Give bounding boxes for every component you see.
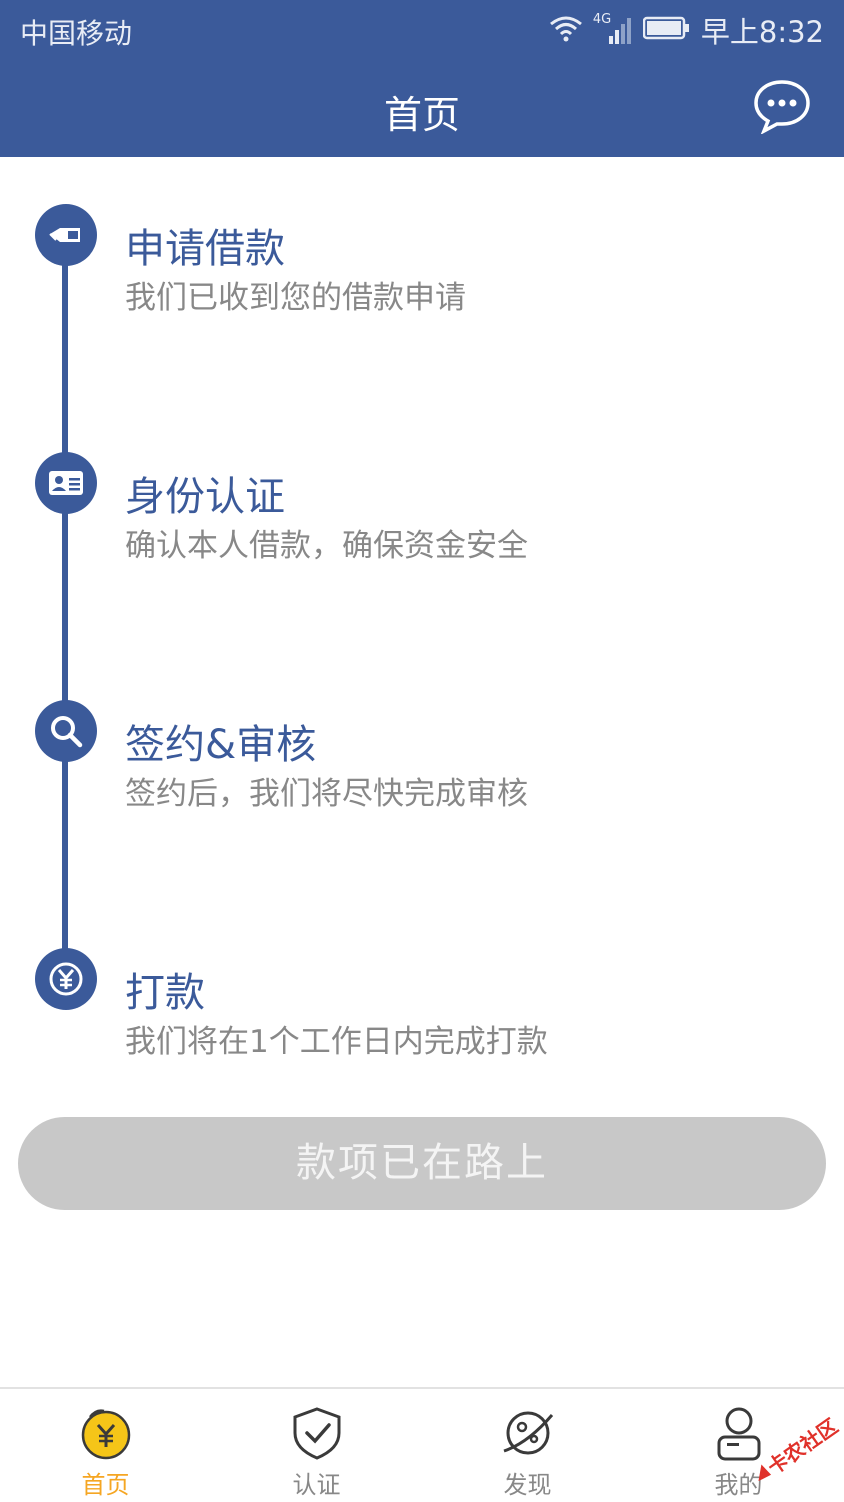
status-time: 早上8:32 [700, 15, 824, 49]
step-description: 确认本人借款，确保资金安全 [125, 528, 528, 564]
tab-home[interactable]: 首页 [0, 1389, 211, 1502]
id-card-icon [49, 471, 83, 495]
chat-bubble-icon [754, 80, 810, 135]
wifi-icon [549, 14, 583, 46]
tab-discover[interactable]: 发现 [422, 1389, 633, 1502]
tab-label: 发现 [503, 1471, 552, 1499]
step-title: 打款 [125, 970, 205, 1016]
watermark-logo: 卡农社区 [740, 1410, 842, 1496]
carrier-name: 中国移动 [20, 17, 133, 50]
status-indicators: 4G 早上8:32 [549, 10, 824, 50]
step-title: 签约&审核 [125, 722, 317, 768]
battery-icon [642, 16, 691, 44]
shield-check-icon [289, 1405, 345, 1461]
step-description: 我们将在1个工作日内完成打款 [125, 1024, 548, 1060]
step-description: 我们已收到您的借款申请 [125, 280, 466, 316]
yuan-coin-icon [78, 1405, 134, 1461]
tab-label: 首页 [81, 1471, 130, 1499]
step-payout: 打款 我们将在1个工作日内完成打款 [0, 948, 844, 1068]
tab-label: 认证 [292, 1471, 341, 1499]
step-description: 签约后，我们将尽快完成审核 [125, 776, 528, 812]
timeline-connector [62, 235, 68, 980]
tab-verify[interactable]: 认证 [211, 1389, 422, 1502]
step-icon-badge [35, 700, 97, 762]
signal-icon: 4G [592, 12, 633, 46]
planet-icon [500, 1405, 556, 1461]
step-icon-badge [35, 204, 97, 266]
step-title: 身份认证 [125, 474, 285, 520]
step-title: 申请借款 [125, 226, 285, 272]
step-icon-badge [35, 452, 97, 514]
step-sign-review: 签约&审核 签约后，我们将尽快完成审核 [0, 700, 844, 820]
page-title: 首页 [383, 93, 460, 137]
money-on-the-way-button[interactable]: 款项已在路上 [18, 1117, 826, 1210]
message-button[interactable] [752, 78, 812, 135]
bottom-tab-bar: 首页 认证 发现 我的 [0, 1387, 844, 1502]
app-header: 中国移动 4G 早上8:32 首页 [0, 0, 844, 157]
step-identity: 身份认证 确认本人借款，确保资金安全 [0, 452, 844, 572]
step-apply: 申请借款 我们已收到您的借款申请 [0, 204, 844, 324]
status-bar: 中国移动 4G 早上8:32 [0, 0, 844, 58]
search-icon [51, 716, 83, 748]
step-icon-badge [35, 948, 97, 1010]
network-type: 4G [592, 12, 612, 27]
svg-text:卡农社区: 卡农社区 [763, 1414, 840, 1480]
hand-money-icon [49, 228, 80, 242]
yuan-icon [49, 962, 83, 996]
